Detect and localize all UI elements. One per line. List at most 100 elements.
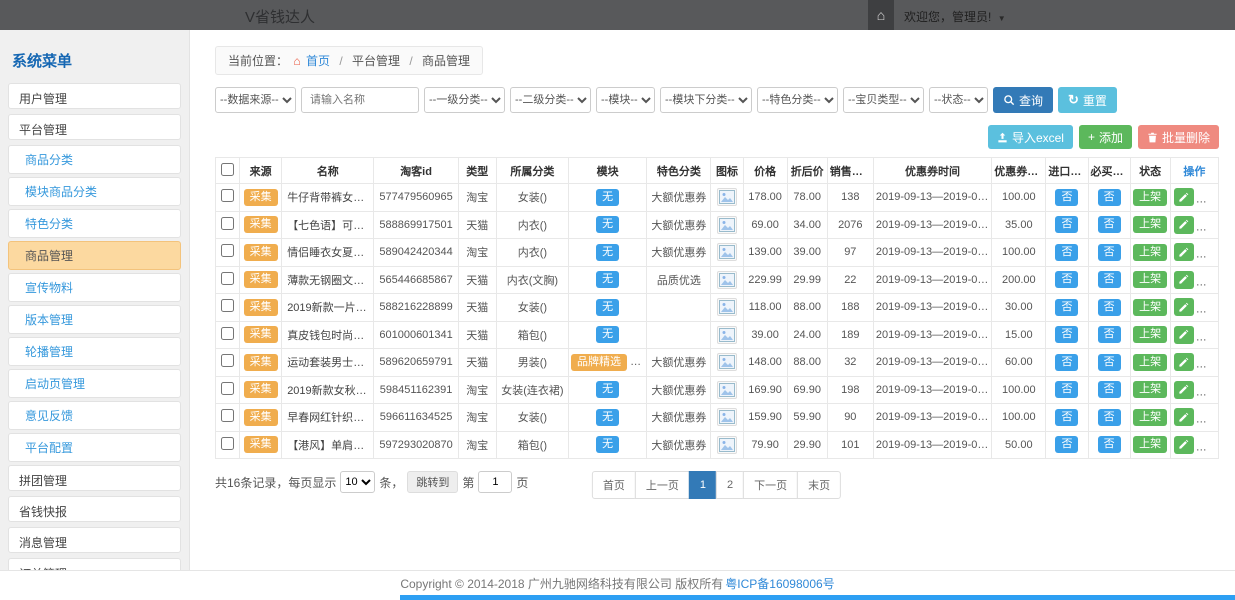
sidebar-item-版本管理[interactable]: 版本管理	[8, 305, 181, 334]
icp-link[interactable]: 粤ICP备16098006号	[725, 575, 834, 592]
filter-select[interactable]: --特色分类--	[757, 87, 838, 113]
row-checkbox[interactable]	[221, 217, 234, 230]
page-button-2[interactable]: 2	[716, 471, 744, 499]
must-buy-badge[interactable]: 否	[1098, 216, 1121, 233]
filter-select[interactable]: --宝贝类型--	[843, 87, 924, 113]
module-cell: 无	[569, 239, 647, 267]
row-checkbox[interactable]	[221, 354, 234, 367]
edit-button[interactable]	[1174, 216, 1194, 234]
caret-down-icon: ▼	[998, 14, 1006, 23]
import-select-badge[interactable]: 否	[1055, 271, 1078, 288]
status-badge[interactable]: 上架	[1133, 409, 1167, 426]
home-button[interactable]: ⌂	[868, 0, 894, 30]
must-buy-badge[interactable]: 否	[1098, 436, 1121, 453]
must-buy-badge[interactable]: 否	[1098, 326, 1121, 343]
row-checkbox[interactable]	[221, 299, 234, 312]
module-cell: 无	[569, 376, 647, 404]
import-select-badge[interactable]: 否	[1055, 299, 1078, 316]
per-page-select[interactable]: 10	[340, 471, 375, 493]
row-checkbox[interactable]	[221, 327, 234, 340]
row-checkbox[interactable]	[221, 272, 234, 285]
sidebar-item-省钱快报[interactable]: 省钱快报	[8, 496, 181, 522]
status-badge[interactable]: 上架	[1133, 354, 1167, 371]
breadcrumb-separator: /	[339, 54, 342, 68]
status-badge[interactable]: 上架	[1133, 271, 1167, 288]
name-search-input[interactable]	[301, 87, 419, 113]
sidebar-item-商品分类[interactable]: 商品分类	[8, 145, 181, 174]
import-select-badge[interactable]: 否	[1055, 436, 1078, 453]
page-button-下一页[interactable]: 下一页	[743, 471, 798, 499]
import-excel-button[interactable]: 导入excel	[988, 125, 1073, 149]
edit-button[interactable]	[1174, 243, 1194, 261]
row-checkbox[interactable]	[221, 244, 234, 257]
sidebar-item-用户管理[interactable]: 用户管理	[8, 83, 181, 109]
status-badge[interactable]: 上架	[1133, 299, 1167, 316]
status-badge[interactable]: 上架	[1133, 436, 1167, 453]
sidebar-item-商品管理[interactable]: 商品管理	[8, 241, 181, 270]
must-buy-badge[interactable]: 否	[1098, 381, 1121, 398]
select-all-checkbox[interactable]	[221, 163, 234, 176]
filter-select[interactable]: --数据来源--	[215, 87, 296, 113]
edit-button[interactable]	[1174, 381, 1194, 399]
sidebar-item-意见反馈[interactable]: 意见反馈	[8, 401, 181, 430]
filter-select[interactable]: --状态--	[929, 87, 988, 113]
sidebar-item-启动页管理[interactable]: 启动页管理	[8, 369, 181, 398]
edit-button[interactable]	[1174, 436, 1194, 454]
sidebar-item-模块商品分类[interactable]: 模块商品分类	[8, 177, 181, 206]
sales-count: 188	[827, 294, 873, 322]
page-number-input[interactable]	[478, 471, 512, 493]
search-button[interactable]: 查询	[993, 87, 1053, 113]
edit-button[interactable]	[1174, 408, 1194, 426]
must-buy-badge[interactable]: 否	[1098, 244, 1121, 261]
filter-select[interactable]: --模块--	[596, 87, 655, 113]
sidebar-item-宣传物料[interactable]: 宣传物料	[8, 273, 181, 302]
sidebar-item-拼团管理[interactable]: 拼团管理	[8, 465, 181, 491]
import-select-badge[interactable]: 否	[1055, 381, 1078, 398]
page-button-上一页[interactable]: 上一页	[635, 471, 690, 499]
sidebar-item-订单管理[interactable]: 订单管理	[8, 558, 181, 570]
import-select-badge[interactable]: 否	[1055, 189, 1078, 206]
edit-button[interactable]	[1174, 353, 1194, 371]
import-select-badge[interactable]: 否	[1055, 409, 1078, 426]
breadcrumb-home-link[interactable]: 首页	[306, 54, 330, 68]
sidebar-item-平台配置[interactable]: 平台配置	[8, 433, 181, 462]
sidebar-item-平台管理[interactable]: 平台管理	[8, 114, 181, 140]
import-select-badge[interactable]: 否	[1055, 216, 1078, 233]
page-button-1[interactable]: 1	[689, 471, 717, 499]
status-badge[interactable]: 上架	[1133, 244, 1167, 261]
must-buy-badge[interactable]: 否	[1098, 409, 1121, 426]
batch-delete-button[interactable]: 批量删除	[1138, 125, 1219, 149]
must-buy-badge[interactable]: 否	[1098, 189, 1121, 206]
row-checkbox[interactable]	[221, 437, 234, 450]
status-badge[interactable]: 上架	[1133, 326, 1167, 343]
must-buy-badge[interactable]: 否	[1098, 271, 1121, 288]
reset-button[interactable]: ↻ 重置	[1058, 87, 1117, 113]
row-checkbox[interactable]	[221, 189, 234, 202]
row-checkbox[interactable]	[221, 382, 234, 395]
bottom-scrollbar[interactable]	[400, 595, 1235, 600]
edit-button[interactable]	[1174, 298, 1194, 316]
user-menu[interactable]: 欢迎您，管理员! ▼	[904, 8, 1006, 25]
edit-button[interactable]	[1174, 188, 1194, 206]
must-buy-badge[interactable]: 否	[1098, 354, 1121, 371]
import-select-badge[interactable]: 否	[1055, 244, 1078, 261]
edit-button[interactable]	[1174, 326, 1194, 344]
edit-button[interactable]	[1174, 271, 1194, 289]
page-button-首页[interactable]: 首页	[592, 471, 636, 499]
import-select-badge[interactable]: 否	[1055, 326, 1078, 343]
page-button-末页[interactable]: 末页	[797, 471, 841, 499]
sidebar-item-轮播管理[interactable]: 轮播管理	[8, 337, 181, 366]
status-badge[interactable]: 上架	[1133, 216, 1167, 233]
add-button[interactable]: + 添加	[1079, 125, 1132, 149]
row-checkbox[interactable]	[221, 409, 234, 422]
filter-select[interactable]: --二级分类--	[510, 87, 591, 113]
jump-button[interactable]: 跳转到	[407, 471, 458, 493]
status-badge[interactable]: 上架	[1133, 189, 1167, 206]
filter-select[interactable]: --一级分类--	[424, 87, 505, 113]
must-buy-badge[interactable]: 否	[1098, 299, 1121, 316]
sidebar-item-特色分类[interactable]: 特色分类	[8, 209, 181, 238]
status-badge[interactable]: 上架	[1133, 381, 1167, 398]
filter-select[interactable]: --模块下分类--	[660, 87, 752, 113]
sidebar-item-消息管理[interactable]: 消息管理	[8, 527, 181, 553]
import-select-badge[interactable]: 否	[1055, 354, 1078, 371]
